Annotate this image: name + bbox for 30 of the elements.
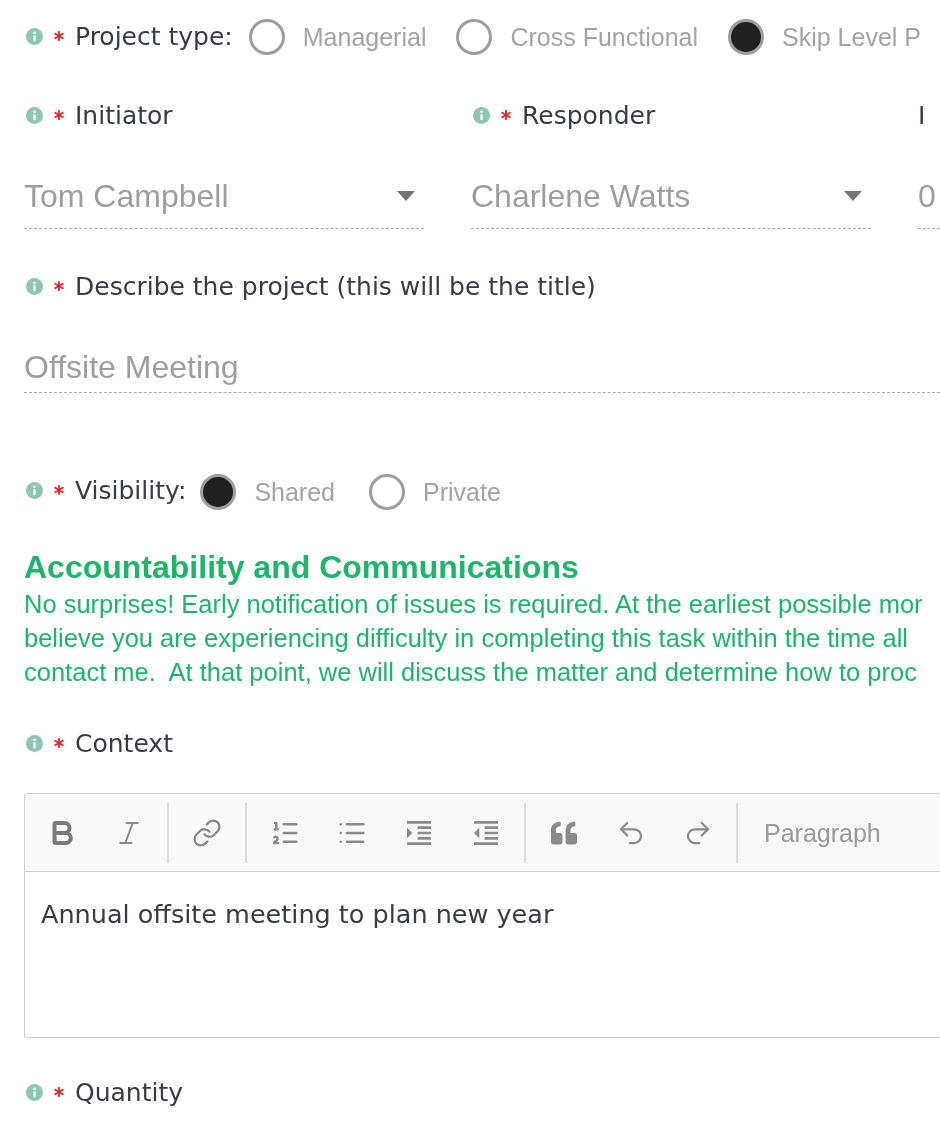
dropdown-caret-icon [844, 191, 862, 201]
option-label: Cross Functional [510, 22, 699, 52]
field-label: Describe the project (this will be the title) [75, 271, 596, 303]
radio-button[interactable] [200, 474, 237, 510]
dropdown-field[interactable]: Charlene Watts [471, 176, 871, 229]
field-label: Initiator [75, 100, 173, 132]
radio-button[interactable] [248, 19, 285, 55]
option-label: Skip Level P [782, 22, 921, 52]
section-heading: Accountability and Communications [24, 548, 579, 587]
radio-button[interactable] [728, 19, 765, 55]
radio-button[interactable] [369, 474, 405, 510]
link-icon [192, 817, 222, 848]
option-label: Shared [254, 477, 335, 507]
field-label: Context [75, 728, 173, 760]
quote-icon [551, 819, 577, 846]
field-label: Responder [522, 100, 656, 132]
radio-button[interactable] [456, 19, 493, 55]
dropdown-caret-icon [397, 191, 415, 201]
editor-text-area[interactable]: Annual offsite meeting to plan new year [25, 872, 940, 1037]
input-field[interactable]: 0 [918, 176, 940, 229]
option-label: Managerial [302, 22, 427, 52]
field-label: I [918, 100, 926, 132]
notice-paragraph: No surprises! Early notification of issues is required. At the earliest possible mor believe you are experiencing difficulty in completing this task within the time all contact me. At that point, we will discuss the matter and determine how to proc [24, 589, 923, 688]
field-label: Visibility: [75, 475, 187, 507]
dropdown-field[interactable]: Tom Campbell [24, 176, 424, 229]
field-label: Project type: [75, 21, 233, 53]
block-format-dropdown[interactable]: Paragraph [764, 817, 881, 848]
input-field[interactable]: Offsite Meeting [24, 347, 940, 393]
field-label: Quantity [75, 1077, 184, 1109]
option-label: Private [423, 477, 501, 507]
